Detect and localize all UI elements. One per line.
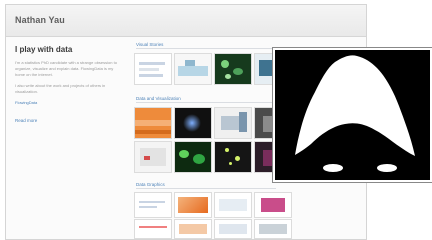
hair-silhouette-icon: [275, 50, 430, 180]
about-paragraph-1: I'm a statistics PhD candidate with a st…: [15, 60, 117, 77]
thumbnail[interactable]: [214, 219, 252, 239]
section-label-visual-stories[interactable]: Visual Stories: [136, 41, 276, 49]
thumbnail[interactable]: [174, 107, 212, 139]
thumbnail[interactable]: [134, 192, 172, 218]
thumbnail[interactable]: [134, 107, 172, 139]
thumbnail[interactable]: [134, 53, 172, 85]
thumbnail[interactable]: [174, 192, 212, 218]
thumbnail[interactable]: [174, 219, 212, 239]
thumbnail[interactable]: [214, 53, 252, 85]
about-paragraph-2: I also write about the work and projects…: [15, 83, 106, 94]
flowingdata-link[interactable]: FlowingData: [15, 100, 118, 106]
site-title[interactable]: Nathan Yau: [15, 15, 65, 25]
hair-silhouette-photo: [273, 48, 432, 182]
thumbnail[interactable]: [134, 219, 172, 239]
thumbnail[interactable]: [214, 192, 252, 218]
read-more-link[interactable]: Read more: [15, 118, 118, 123]
section-label-data-graphics[interactable]: Data Graphics: [136, 181, 276, 189]
about-heading: I play with data: [15, 45, 73, 54]
thumbnail[interactable]: [174, 53, 212, 85]
section-label-data-and-visualization[interactable]: Data and Visualization: [136, 95, 276, 103]
thumbnail[interactable]: [214, 107, 252, 139]
thumbnail[interactable]: [214, 141, 252, 173]
thumbnail[interactable]: [254, 192, 292, 218]
thumbnail[interactable]: [254, 219, 292, 239]
about-column: I play with data I'm a statistics PhD ca…: [15, 45, 118, 123]
site-header: Nathan Yau: [6, 5, 366, 37]
thumbnail[interactable]: [134, 141, 172, 173]
thumbnail[interactable]: [174, 141, 212, 173]
